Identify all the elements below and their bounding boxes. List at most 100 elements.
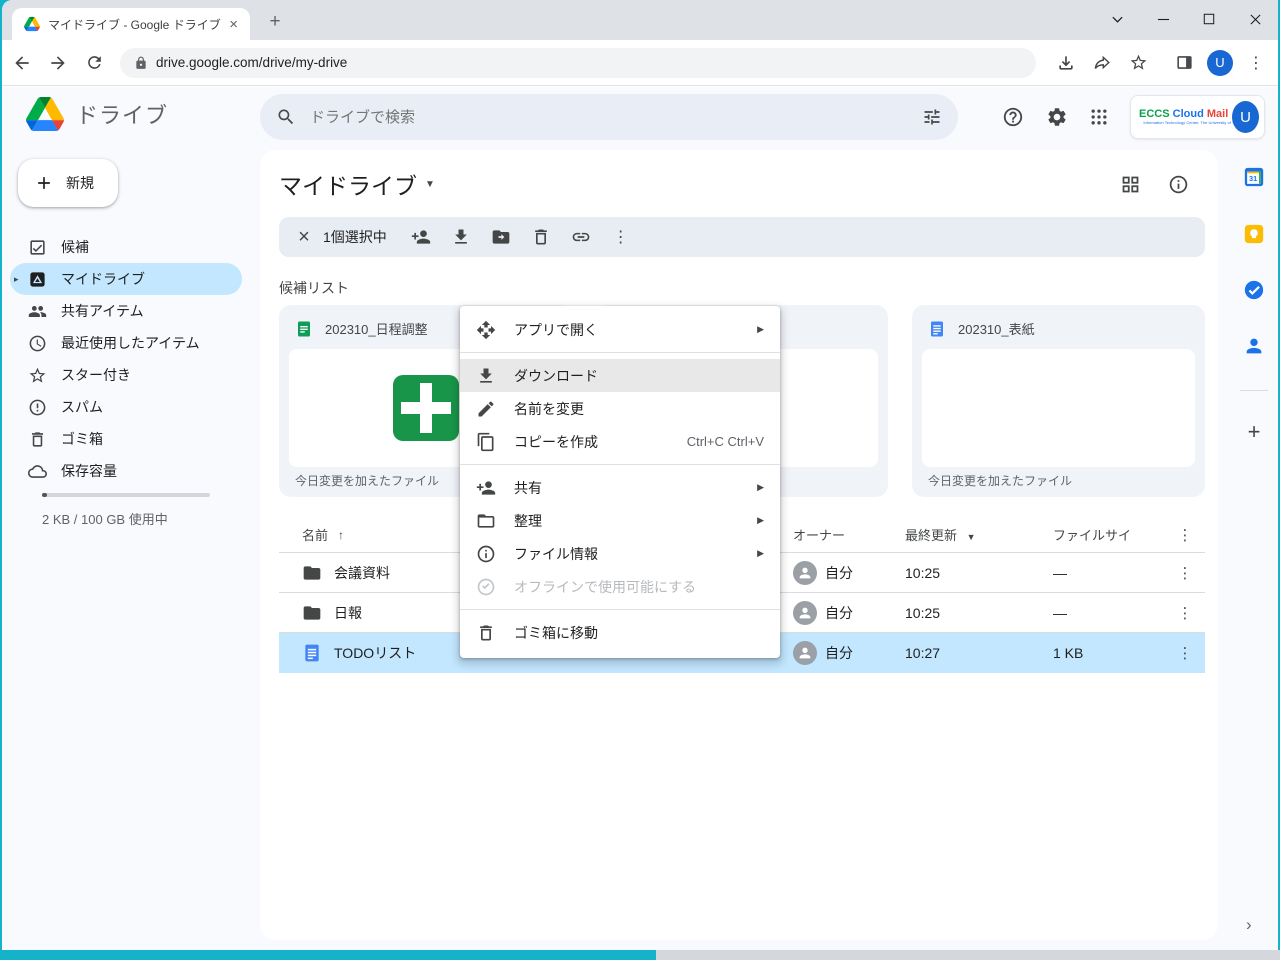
tasks-icon bbox=[1243, 279, 1265, 301]
download-tray-icon bbox=[1056, 53, 1076, 73]
card-title: 202310_日程調整 bbox=[325, 319, 428, 338]
sort-descending-icon[interactable]: ▼ bbox=[967, 532, 976, 542]
submenu-arrow-icon: ▶ bbox=[757, 482, 764, 493]
contacts-panel-button[interactable] bbox=[1242, 334, 1266, 358]
column-header-owner[interactable]: オーナー bbox=[793, 525, 845, 544]
new-button[interactable]: 新規 bbox=[18, 159, 118, 207]
sort-ascending-icon[interactable]: ↑ bbox=[338, 528, 344, 542]
account-pill[interactable]: ECCS Cloud Mail Information Technology C… bbox=[1130, 95, 1265, 139]
address-bar[interactable]: drive.google.com/drive/my-drive bbox=[120, 48, 1036, 78]
share-page-button[interactable] bbox=[1086, 47, 1118, 79]
account-avatar[interactable]: U bbox=[1232, 101, 1259, 133]
trash-selected-button[interactable] bbox=[521, 221, 561, 253]
browser-profile-avatar[interactable]: U bbox=[1204, 47, 1236, 79]
column-header-size[interactable]: ファイルサイ bbox=[1053, 528, 1131, 543]
sidebar-item-my-drive[interactable]: ▸ マイドライブ bbox=[10, 263, 242, 295]
bookmark-star-button[interactable] bbox=[1122, 47, 1154, 79]
context-menu: アプリで開く ▶ ダウンロード 名前を変更 コピーを作成 Ctrl+C Ctrl… bbox=[460, 306, 780, 658]
help-button[interactable] bbox=[1001, 105, 1025, 129]
menu-item-label: 共有 bbox=[514, 478, 542, 498]
settings-button[interactable] bbox=[1045, 105, 1069, 129]
window-maximize-button[interactable] bbox=[1192, 4, 1226, 34]
tasks-panel-button[interactable] bbox=[1242, 278, 1266, 302]
search-input[interactable] bbox=[310, 109, 922, 126]
side-panel-button[interactable] bbox=[1168, 47, 1200, 79]
menu-item-label: アプリで開く bbox=[514, 320, 598, 340]
last-modified: 10:25 bbox=[905, 565, 1053, 581]
menu-item-move-to-trash[interactable]: ゴミ箱に移動 bbox=[460, 616, 780, 649]
menu-item-file-info[interactable]: ファイル情報 ▶ bbox=[460, 537, 780, 570]
more-actions-button[interactable]: ⋮ bbox=[601, 221, 641, 253]
menu-item-open-with[interactable]: アプリで開く ▶ bbox=[460, 313, 780, 346]
column-header-modified[interactable]: 最終更新 bbox=[905, 528, 957, 543]
breadcrumb[interactable]: マイドライブ ▼ bbox=[279, 167, 435, 201]
menu-item-make-copy[interactable]: コピーを作成 Ctrl+C Ctrl+V bbox=[460, 425, 780, 458]
trash-icon bbox=[28, 430, 47, 449]
keep-panel-button[interactable] bbox=[1242, 222, 1266, 246]
sidebar-item-shared[interactable]: 共有アイテム bbox=[10, 295, 242, 327]
column-header-name[interactable]: 名前 bbox=[302, 525, 328, 544]
menu-item-label: ファイル情報 bbox=[514, 544, 598, 564]
sidebar-item-suggested[interactable]: 候補 bbox=[10, 231, 242, 263]
expand-arrow-icon[interactable]: ▸ bbox=[14, 274, 26, 285]
svg-text:31: 31 bbox=[1249, 174, 1257, 183]
rename-pencil-icon bbox=[476, 399, 496, 419]
selection-count: 1個選択中 bbox=[323, 227, 387, 247]
grid-view-toggle-button[interactable] bbox=[1118, 172, 1142, 196]
row-more-button[interactable]: ⋮ bbox=[1178, 564, 1193, 582]
spreadsheet-icon bbox=[295, 320, 313, 338]
menu-item-organize[interactable]: 整理 ▶ bbox=[460, 504, 780, 537]
window-minimize-button[interactable] bbox=[1146, 4, 1180, 34]
menu-item-share[interactable]: 共有 ▶ bbox=[460, 471, 780, 504]
sidebar-item-starred[interactable]: スター付き bbox=[10, 359, 242, 391]
document-icon bbox=[302, 643, 322, 663]
clear-selection-button[interactable]: × bbox=[289, 222, 319, 252]
column-settings-button[interactable]: ⋮ bbox=[1178, 526, 1193, 544]
last-modified: 10:27 bbox=[905, 645, 1053, 661]
share-selected-button[interactable] bbox=[401, 221, 441, 253]
download-icon bbox=[451, 227, 471, 247]
sidebar-item-spam[interactable]: スパム bbox=[10, 391, 242, 423]
chevron-down-icon[interactable]: ▼ bbox=[425, 179, 435, 190]
search-options-tune-icon[interactable] bbox=[922, 107, 942, 127]
link-icon bbox=[571, 227, 591, 247]
window-chevron-icon[interactable] bbox=[1100, 4, 1134, 34]
reload-button[interactable] bbox=[78, 47, 110, 79]
menu-item-download[interactable]: ダウンロード bbox=[460, 359, 780, 392]
collapse-panel-chevron-icon[interactable]: › bbox=[1246, 915, 1252, 935]
back-button[interactable] bbox=[6, 47, 38, 79]
owner-name: 自分 bbox=[825, 563, 853, 583]
menu-item-label: ゴミ箱に移動 bbox=[514, 623, 598, 643]
menu-item-rename[interactable]: 名前を変更 bbox=[460, 392, 780, 425]
move-selected-button[interactable] bbox=[481, 221, 521, 253]
drive-logo-icon bbox=[26, 97, 64, 131]
sidebar-item-recent[interactable]: 最近使用したアイテム bbox=[10, 327, 242, 359]
row-more-button[interactable]: ⋮ bbox=[1178, 644, 1193, 662]
browser-menu-button[interactable]: ⋮ bbox=[1240, 47, 1272, 79]
details-info-button[interactable] bbox=[1166, 172, 1190, 196]
card-footer: 今日変更を加えたファイル bbox=[295, 472, 439, 489]
recent-clock-icon bbox=[28, 334, 47, 353]
file-size: 1 KB bbox=[1053, 645, 1165, 661]
side-panel-icon bbox=[1175, 53, 1194, 72]
download-selected-button[interactable] bbox=[441, 221, 481, 253]
browser-tab[interactable]: マイドライブ - Google ドライブ × bbox=[12, 8, 250, 40]
sidebar-item-trash[interactable]: ゴミ箱 bbox=[10, 423, 242, 455]
new-tab-button[interactable]: + bbox=[264, 11, 286, 33]
copy-link-button[interactable] bbox=[561, 221, 601, 253]
downloads-button[interactable] bbox=[1050, 47, 1082, 79]
drive-search-bar[interactable] bbox=[260, 94, 958, 140]
calendar-panel-button[interactable]: 31 bbox=[1242, 165, 1266, 189]
drive-home-link[interactable]: ドライブ bbox=[26, 97, 168, 131]
back-icon bbox=[12, 53, 32, 73]
row-more-button[interactable]: ⋮ bbox=[1178, 604, 1193, 622]
add-panel-app-button[interactable]: + bbox=[1242, 419, 1266, 445]
cloud-storage-icon bbox=[28, 462, 47, 481]
tab-close-icon[interactable]: × bbox=[225, 16, 242, 33]
file-card-cover[interactable]: 202310_表紙 今日変更を加えたファイル bbox=[912, 305, 1205, 497]
google-apps-button[interactable] bbox=[1087, 105, 1111, 129]
document-icon bbox=[928, 320, 946, 338]
forward-button[interactable] bbox=[42, 47, 74, 79]
window-close-button[interactable] bbox=[1238, 4, 1272, 34]
sidebar-item-storage[interactable]: 保存容量 bbox=[10, 455, 242, 487]
